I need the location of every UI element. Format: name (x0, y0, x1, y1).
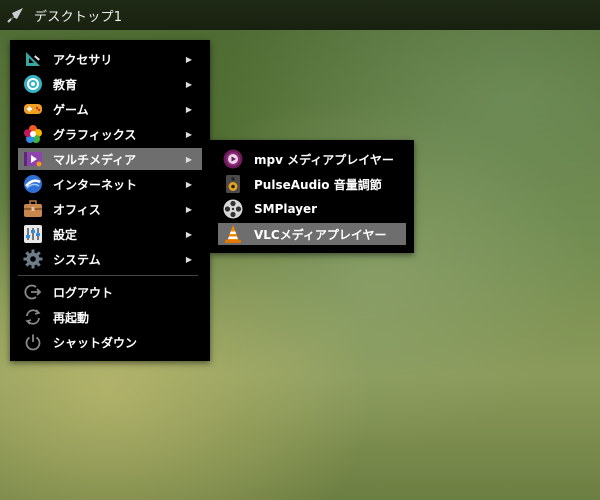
taskbar: デスクトップ1 (0, 0, 600, 30)
gamepad-icon (22, 98, 44, 120)
menu-item-label: ゲーム (53, 102, 89, 117)
menu-item-restart[interactable]: 再起動 (18, 306, 202, 328)
vlc-cone-icon (222, 223, 244, 245)
internet-icon (22, 173, 44, 195)
gear-icon (22, 248, 44, 270)
multimedia-icon (22, 148, 44, 170)
submenu-arrow-icon: ▶ (185, 229, 192, 239)
menu-separator (18, 275, 198, 276)
menu-item-settings[interactable]: 設定 ▶ (18, 223, 202, 245)
submenu-arrow-icon: ▶ (185, 254, 192, 264)
mpv-icon (222, 148, 244, 170)
submenu-item-pulseaudio[interactable]: PulseAudio 音量調節 (218, 173, 406, 195)
menu-item-shutdown[interactable]: シャットダウン (18, 331, 202, 353)
main-menu: アクセサリ ▶ 教育 ▶ ゲーム ▶ グラフィックス ▶ マルチメディア ▶ イ… (10, 40, 210, 361)
menu-item-label: シャットダウン (53, 335, 138, 350)
menu-item-system[interactable]: システム ▶ (18, 248, 202, 270)
menu-item-accessories[interactable]: アクセサリ ▶ (18, 48, 202, 70)
power-icon (22, 331, 44, 353)
submenu-arrow-icon: ▶ (185, 79, 192, 89)
submenu-item-smplayer[interactable]: SMPlayer (218, 198, 406, 220)
graphics-icon (22, 123, 44, 145)
menu-item-label: ログアウト (53, 285, 114, 300)
multimedia-submenu: mpv メディアプレイヤー PulseAudio 音量調節 SMPlayer V… (210, 140, 414, 253)
logout-icon (22, 281, 44, 303)
briefcase-icon (22, 198, 44, 220)
menu-item-internet[interactable]: インターネット ▶ (18, 173, 202, 195)
app-launcher-button[interactable] (0, 0, 30, 30)
menu-item-games[interactable]: ゲーム ▶ (18, 98, 202, 120)
menu-item-label: VLCメディアプレイヤー (254, 227, 387, 242)
menu-item-label: システム (53, 252, 101, 267)
menu-item-multimedia[interactable]: マルチメディア ▶ (18, 148, 202, 170)
restart-icon (22, 306, 44, 328)
smplayer-icon (222, 198, 244, 220)
menu-item-label: 教育 (53, 77, 78, 92)
menu-item-label: グラフィックス (53, 127, 137, 142)
submenu-arrow-icon: ▶ (185, 204, 192, 214)
menu-item-label: 再起動 (53, 310, 90, 325)
submenu-item-vlc[interactable]: VLCメディアプレイヤー (218, 223, 406, 245)
submenu-item-mpv[interactable]: mpv メディアプレイヤー (218, 148, 406, 170)
rocket-icon (7, 8, 23, 23)
submenu-arrow-icon: ▶ (185, 104, 192, 114)
speaker-icon (222, 173, 244, 195)
menu-item-label: SMPlayer (254, 202, 318, 216)
menu-item-education[interactable]: 教育 ▶ (18, 73, 202, 95)
menu-item-label: マルチメディア (53, 152, 137, 167)
menu-item-label: mpv メディアプレイヤー (254, 152, 394, 167)
submenu-arrow-icon: ▶ (185, 179, 192, 189)
menu-item-label: オフィス (53, 202, 101, 217)
menu-item-label: PulseAudio 音量調節 (254, 177, 382, 192)
submenu-arrow-icon: ▶ (185, 129, 192, 139)
submenu-arrow-icon: ▶ (185, 154, 192, 164)
menu-item-label: 設定 (53, 227, 78, 242)
settings-icon (22, 223, 44, 245)
menu-item-label: インターネット (53, 177, 138, 192)
education-icon (22, 73, 44, 95)
menu-item-logout[interactable]: ログアウト (18, 281, 202, 303)
menu-item-graphics[interactable]: グラフィックス ▶ (18, 123, 202, 145)
submenu-arrow-icon: ▶ (185, 54, 192, 64)
menu-item-label: アクセサリ (53, 52, 113, 67)
menu-item-office[interactable]: オフィス ▶ (18, 198, 202, 220)
desktop-name: デスクトップ1 (34, 9, 123, 25)
accessories-icon (22, 48, 44, 70)
